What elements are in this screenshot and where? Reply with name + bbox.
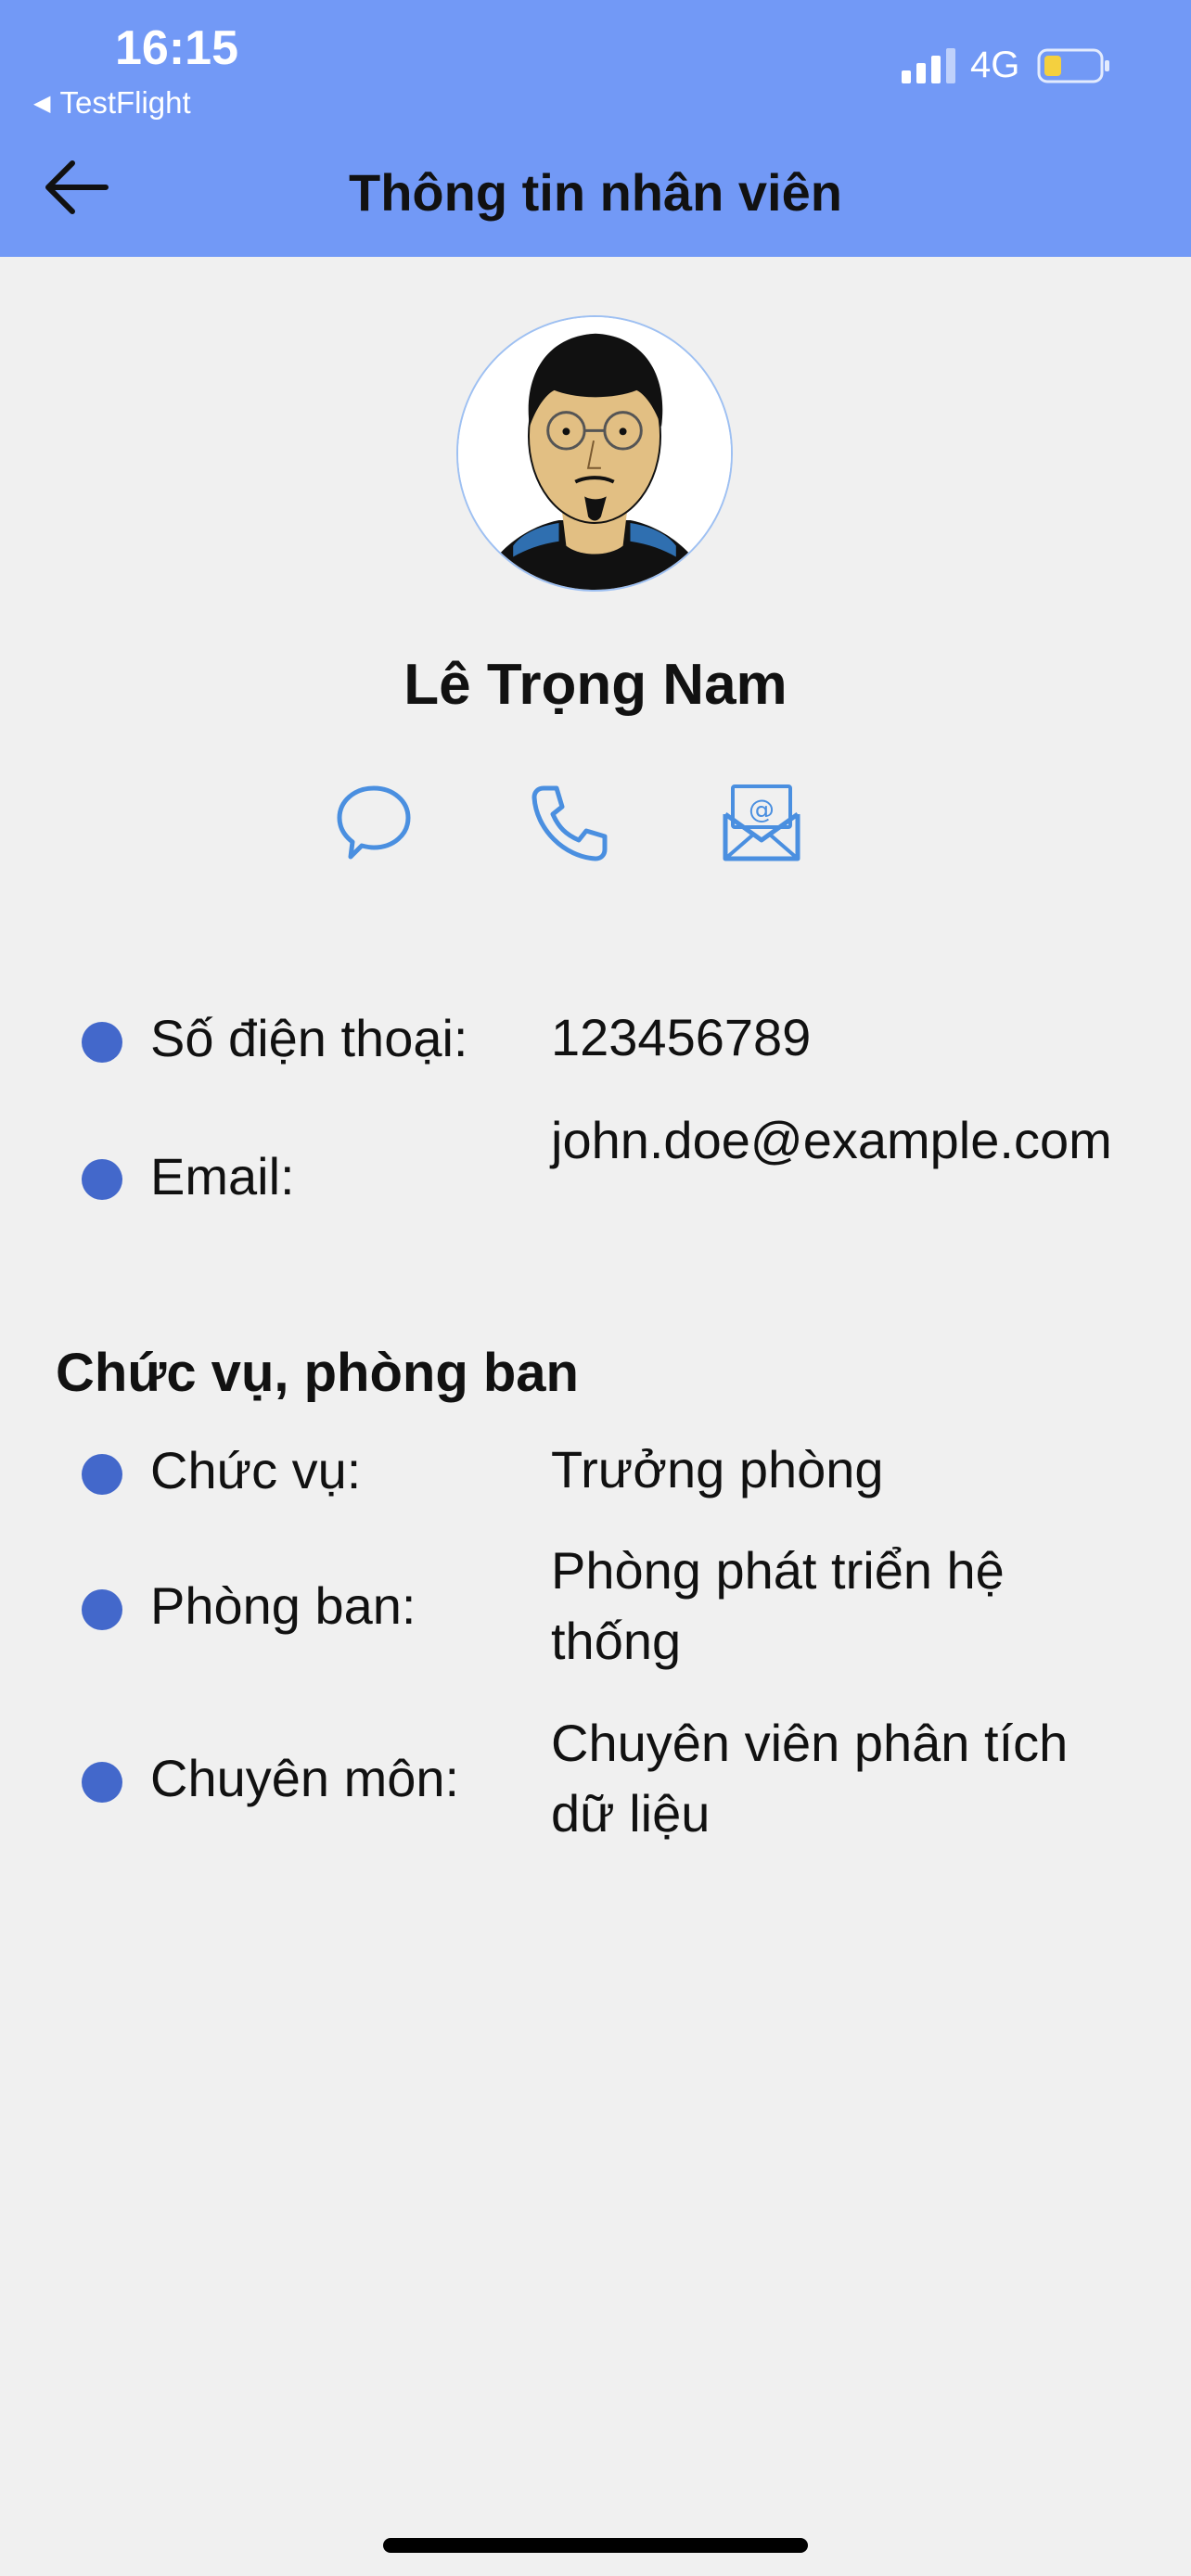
back-app-label: TestFlight <box>59 85 191 120</box>
phone-label: Số điện thoại: <box>150 1009 468 1067</box>
specialty-label: Chuyên môn: <box>150 1749 460 1807</box>
network-type: 4G <box>970 45 1020 85</box>
position-value: Trưởng phòng <box>551 1440 884 1498</box>
status-time: 16:15 <box>115 21 238 75</box>
home-indicator[interactable] <box>383 2538 808 2553</box>
department-value: Phòng phát triển hệ thống <box>551 1541 1005 1670</box>
page-title: Thông tin nhân viên <box>349 163 842 222</box>
svg-text:@: @ <box>749 794 775 824</box>
position-label: Chức vụ: <box>150 1441 362 1499</box>
email-icon[interactable]: @ <box>720 781 803 864</box>
bullet-dot <box>82 1589 122 1630</box>
bullet-dot <box>82 1454 122 1495</box>
chat-icon[interactable] <box>332 781 416 864</box>
back-to-app-link[interactable]: ◀ TestFlight <box>33 85 191 121</box>
header-bar: 16:15 ◀ TestFlight 4G Thông tin nhân viên <box>0 0 1191 257</box>
avatar <box>456 315 733 592</box>
phone-icon[interactable] <box>527 781 610 864</box>
battery-icon <box>1037 48 1109 83</box>
back-triangle-icon: ◀ <box>33 91 51 116</box>
section-title-position: Chức vụ, phòng ban <box>56 1343 579 1403</box>
email-value[interactable]: john.doe@example.com <box>551 1105 1135 1176</box>
bullet-dot <box>82 1022 122 1063</box>
specialty-value: Chuyên viên phân tích dữ liệu <box>551 1714 1069 1843</box>
phone-value[interactable]: 123456789 <box>551 1002 1135 1073</box>
department-label: Phòng ban: <box>150 1576 416 1635</box>
employee-name: Lê Trọng Nam <box>403 653 788 717</box>
email-label: Email: <box>150 1147 295 1205</box>
signal-icon <box>902 48 955 83</box>
bullet-dot <box>82 1762 122 1803</box>
avatar-illustration <box>458 317 731 590</box>
bullet-dot <box>82 1159 122 1200</box>
